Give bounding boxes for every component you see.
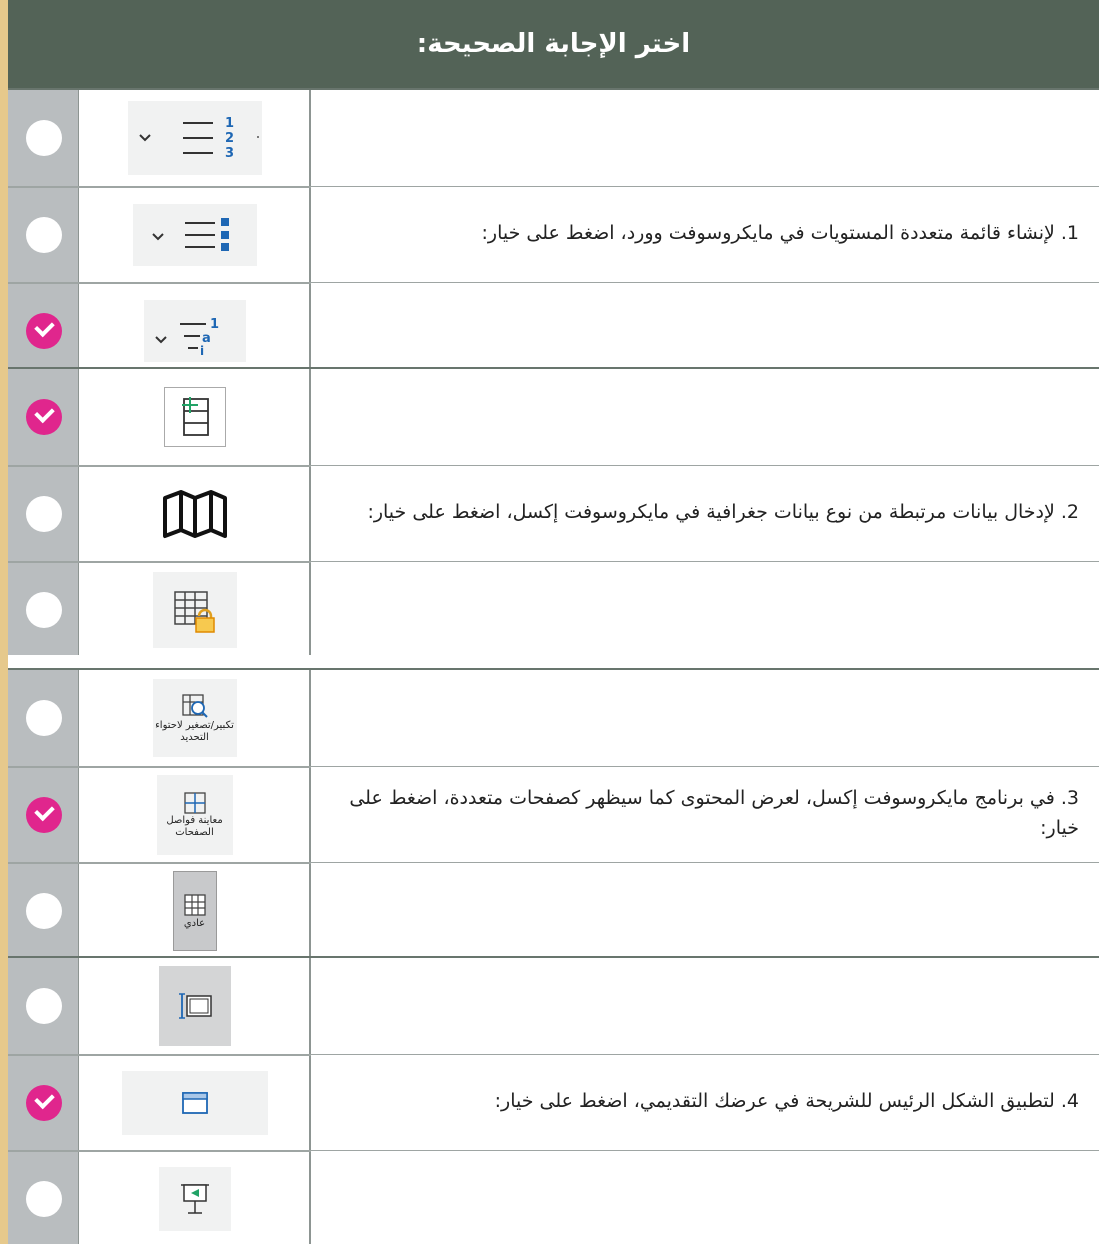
bulleted-list-icon: [132, 204, 257, 266]
option-radio[interactable]: [26, 496, 62, 532]
option-4-3[interactable]: [8, 1150, 1099, 1244]
svg-text:1: 1: [210, 317, 219, 332]
option-radio[interactable]: [26, 217, 62, 253]
numbered-list-icon: 1 2 3: [127, 101, 262, 175]
svg-text:2: 2: [225, 131, 234, 146]
option-caption: تكبير/تصغير لاحتواء التحديد: [155, 720, 234, 743]
option-1-1[interactable]: 1 2 3: [8, 90, 1099, 186]
option-3-1[interactable]: تكبير/تصغير لاحتواء التحديد: [8, 670, 1099, 766]
option-4-1[interactable]: [8, 958, 1099, 1054]
option-radio-checked[interactable]: [26, 399, 62, 435]
svg-text:3: 3: [225, 146, 234, 161]
option-2-1[interactable]: [8, 369, 1099, 465]
option-1-2[interactable]: [8, 186, 1099, 282]
option-caption: معاينة فواصل الصفحات: [166, 815, 223, 838]
normal-view-icon: عادي: [172, 871, 217, 951]
present-slide-icon: [158, 1167, 231, 1231]
slide-master-icon: [121, 1071, 268, 1135]
question-1: 1. لإنشاء قائمة متعددة المستويات في مايك…: [8, 88, 1099, 376]
question-4: 4. لتطبيق الشكل الرئيس للشريحة في عرضك ا…: [8, 956, 1099, 1244]
question-2: 2. لإدخال بيانات مرتبطة من نوع بيانات جغ…: [8, 367, 1099, 655]
option-3-3[interactable]: عادي: [8, 862, 1099, 958]
option-radio[interactable]: [26, 700, 62, 736]
question-3: 3. في برنامج مايكروسوفت إكسل، لعرض المحت…: [8, 668, 1099, 956]
worksheet-panel: اختر الإجابة الصحيحة: 1. لإنشاء قائمة مت…: [8, 0, 1099, 1244]
option-2-3[interactable]: [8, 561, 1099, 657]
option-radio[interactable]: [26, 592, 62, 628]
option-radio-checked[interactable]: [26, 1085, 62, 1121]
option-2-2[interactable]: [8, 465, 1099, 561]
option-radio-checked[interactable]: [26, 797, 62, 833]
page-title: اختر الإجابة الصحيحة:: [8, 0, 1099, 88]
option-radio[interactable]: [26, 893, 62, 929]
option-radio[interactable]: [26, 120, 62, 156]
multilevel-list-icon: 1 a i: [143, 300, 246, 362]
page-break-preview-icon: معاينة فواصل الصفحات: [156, 775, 233, 855]
option-1-3[interactable]: 1 a i: [8, 282, 1099, 378]
option-radio-checked[interactable]: [26, 313, 62, 349]
zoom-to-selection-icon: تكبير/تصغير لاحتواء التحديد: [152, 679, 237, 757]
map-icon: [162, 490, 227, 538]
option-4-2[interactable]: [8, 1054, 1099, 1150]
option-radio[interactable]: [26, 1181, 62, 1217]
insert-row-icon: [163, 387, 226, 447]
svg-text:i: i: [200, 344, 204, 358]
slide-size-icon: [158, 966, 231, 1046]
option-3-2[interactable]: معاينة فواصل الصفحات: [8, 766, 1099, 862]
svg-text:1: 1: [225, 116, 234, 131]
option-radio[interactable]: [26, 988, 62, 1024]
option-caption: عادي: [183, 918, 206, 929]
protect-sheet-icon: [152, 572, 237, 648]
